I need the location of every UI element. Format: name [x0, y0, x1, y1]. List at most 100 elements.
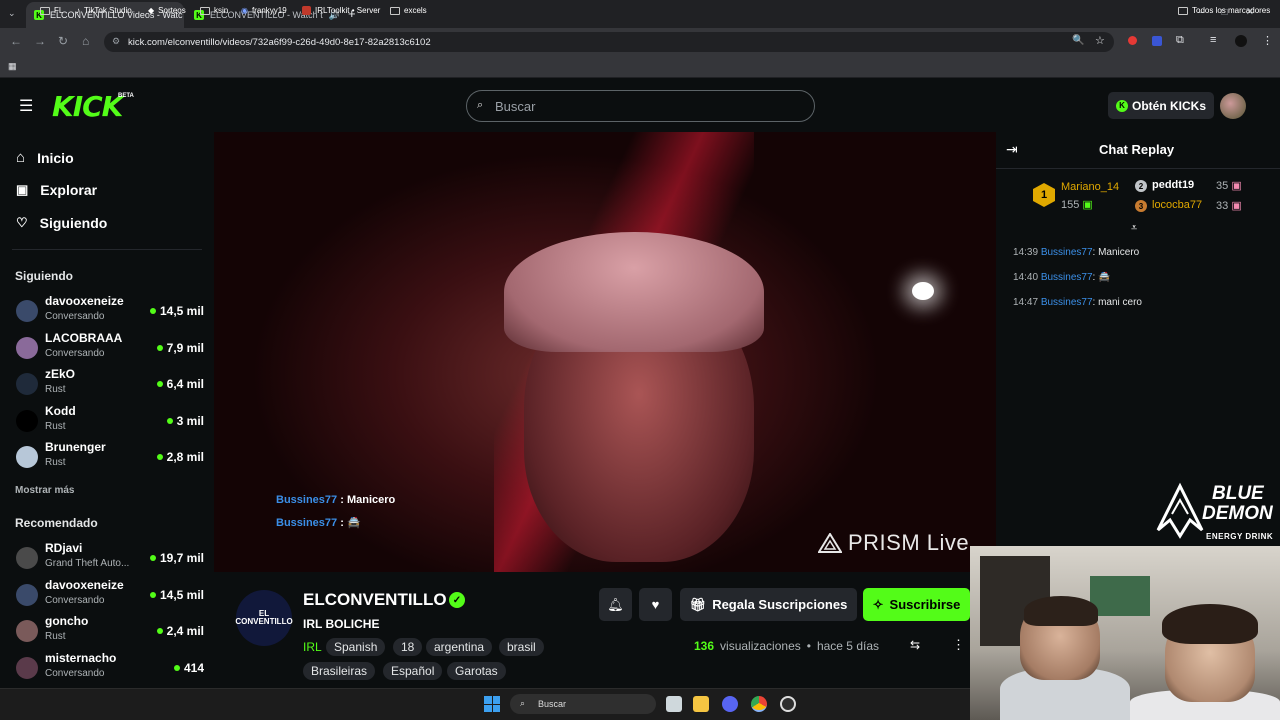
get-kicks-button[interactable]: K Obtén KICKs — [1108, 92, 1214, 119]
sidebar-channel-item[interactable]: Brunenger Rust 2,8 mil — [16, 440, 204, 474]
channel-name: misternacho — [45, 650, 117, 665]
viewer-count-value: 7,9 mil — [166, 340, 204, 355]
gift-subs-button[interactable]: 🎁︎ Regala Suscripciones — [680, 588, 857, 621]
follow-button[interactable]: ♥ — [639, 588, 672, 621]
site-info-icon[interactable]: ⚙ — [112, 36, 120, 47]
show-more-link[interactable]: Mostrar más — [15, 485, 74, 496]
tag-chip[interactable]: 18 — [393, 638, 423, 656]
hamburger-menu-icon[interactable]: ☰ — [19, 96, 33, 116]
tag-chip[interactable]: argentina — [426, 638, 493, 656]
home-icon: ⌂ — [16, 149, 26, 166]
expand-gifters-icon[interactable]: ⩡ — [1131, 222, 1137, 235]
chat-username[interactable]: Bussines77 — [1041, 297, 1093, 308]
top-gifter-name[interactable]: peddt19 — [1152, 179, 1194, 191]
channel-avatar — [16, 336, 38, 359]
extension-icon[interactable] — [1128, 36, 1137, 45]
bookmark-item[interactable]: ◉ frankyy19 — [241, 6, 287, 15]
user-avatar[interactable] — [1220, 93, 1246, 119]
nav-siguiendo[interactable]: ♡ Siguiendo — [16, 215, 107, 231]
taskbar-search-placeholder: Buscar — [538, 699, 567, 709]
extensions-puzzle-icon[interactable]: ⧉ — [1176, 34, 1184, 47]
sidebar-channel-item[interactable]: LACOBRAAA Conversando 7,9 mil — [16, 331, 204, 365]
sidebar-channel-item[interactable]: misternacho Conversando 414 — [16, 651, 204, 685]
channel-name[interactable]: ELCONVENTILLO — [303, 590, 447, 610]
file-explorer-icon[interactable] — [693, 696, 709, 712]
sidebar-channel-item[interactable]: goncho Rust 2,4 mil — [16, 614, 204, 648]
channel-category: Grand Theft Auto... — [45, 558, 130, 569]
sidebar-channel-item[interactable]: zEkO Rust 6,4 mil — [16, 367, 204, 401]
sidebar-channel-item[interactable]: davooxeneize Conversando 14,5 mil — [16, 294, 204, 328]
extension-icon[interactable] — [1152, 36, 1162, 46]
bookmark-star-icon[interactable]: ☆ — [1095, 34, 1105, 47]
bookmark-item[interactable]: ♪ TikTok Studio — [76, 6, 132, 15]
task-view-icon[interactable] — [666, 696, 682, 712]
tag-chip[interactable]: Brasileiras — [303, 662, 376, 680]
chrome-icon[interactable] — [751, 696, 767, 712]
viewer-count-value: 414 — [183, 660, 204, 675]
forward-icon[interactable]: → — [34, 34, 46, 48]
live-dot-icon — [166, 417, 173, 424]
taskbar-search[interactable]: ⌕ Buscar — [510, 694, 656, 714]
discord-icon[interactable] — [722, 696, 738, 712]
channel-info: RDjavi Grand Theft Auto... — [45, 541, 150, 575]
subscribe-button[interactable]: ✧ Suscribirse — [863, 588, 970, 621]
gift-count: 35 — [1216, 180, 1229, 192]
bookmark-label: TikTok Studio — [84, 6, 132, 15]
sparkle-icon: ✧ — [872, 596, 884, 612]
browser-menu-icon[interactable]: ⋮ — [1262, 34, 1273, 47]
search-placeholder: Buscar — [495, 98, 536, 114]
share-icon[interactable]: ⇆ — [910, 638, 920, 652]
viewer-count: 2,4 mil — [156, 614, 204, 648]
bookmark-item[interactable]: ksin — [200, 6, 228, 15]
notifications-button[interactable]: 🔔︎ — [599, 588, 632, 621]
channel-category: Conversando — [45, 594, 105, 606]
profile-avatar-icon[interactable] — [1235, 35, 1247, 47]
bookmark-item[interactable]: FL — [40, 6, 63, 15]
tag-chip[interactable]: Garotas — [447, 662, 506, 680]
kicks-icon: K — [1115, 99, 1128, 112]
url-field[interactable]: kick.com/elconventillo/videos/732a6f99-c… — [104, 32, 1114, 52]
bookmark-item[interactable]: excels — [390, 6, 427, 15]
media-control-icon[interactable]: ≡ — [1210, 34, 1216, 46]
viewer-count-value: 6,4 mil — [166, 377, 204, 392]
more-options-icon[interactable]: ⋮ — [952, 637, 965, 653]
chat-username[interactable]: Bussines77 — [1041, 272, 1093, 283]
apps-grid-icon[interactable]: ▦ — [8, 61, 17, 72]
search-input[interactable]: ⌕ Buscar — [466, 90, 815, 122]
kick-logo[interactable]: KICK — [52, 90, 123, 123]
nav-explorar[interactable]: ▣ Explorar — [16, 182, 97, 198]
channel-name: Kodd — [45, 403, 76, 418]
app-icon[interactable] — [780, 696, 796, 712]
gift-count: 33 — [1216, 200, 1229, 212]
reload-icon[interactable]: ↻ — [58, 34, 68, 48]
zoom-icon[interactable]: 🔍 — [1072, 35, 1084, 46]
collapse-chat-icon[interactable]: ⇥ — [1006, 141, 1018, 158]
back-icon[interactable]: ← — [10, 34, 22, 48]
windows-start-icon[interactable] — [484, 696, 500, 712]
viewer-count-value: 2,8 mil — [166, 450, 204, 465]
top-gifter-name[interactable]: lococba77 — [1152, 199, 1202, 211]
bookmark-item[interactable]: IRLToolkit • Server — [302, 6, 380, 15]
tag-chip[interactable]: brasil — [499, 638, 544, 656]
verified-badge-icon: ✓ — [449, 592, 465, 608]
gifter-rank-badge: 2 — [1135, 180, 1147, 192]
chat-username[interactable]: Bussines77 — [1041, 247, 1093, 258]
category-link[interactable]: IRL — [303, 640, 322, 654]
sidebar-channel-item[interactable]: RDjavi Grand Theft Auto... 19,7 mil — [16, 541, 204, 575]
gifter-rank-badge: 3 — [1135, 200, 1147, 212]
bookmark-item[interactable]: ◆ Sorteos — [148, 6, 186, 15]
top-gifter-name[interactable]: Mariano_14 — [1061, 181, 1119, 193]
bookmarks-bar — [0, 56, 1280, 78]
tag-chip[interactable]: Spanish — [326, 638, 386, 656]
sidebar-channel-item[interactable]: davooxeneize Conversando 14,5 mil — [16, 578, 204, 612]
home-icon[interactable]: ⌂ — [82, 34, 89, 48]
channel-name: zEkO — [45, 367, 76, 382]
tag-chip[interactable]: Español — [383, 662, 443, 680]
sidebar-channel-item[interactable]: Kodd Rust 3 mil — [16, 404, 204, 438]
all-bookmarks[interactable]: Todos los marcadores — [1178, 6, 1270, 15]
channel-info: zEkO Rust — [45, 367, 157, 401]
nav-inicio[interactable]: ⌂ Inicio — [16, 149, 74, 166]
tab-list-icon[interactable]: ⌄ — [8, 8, 16, 19]
channel-avatar[interactable]: EL CONVENTILLO — [235, 590, 293, 646]
video-player[interactable] — [214, 132, 996, 572]
